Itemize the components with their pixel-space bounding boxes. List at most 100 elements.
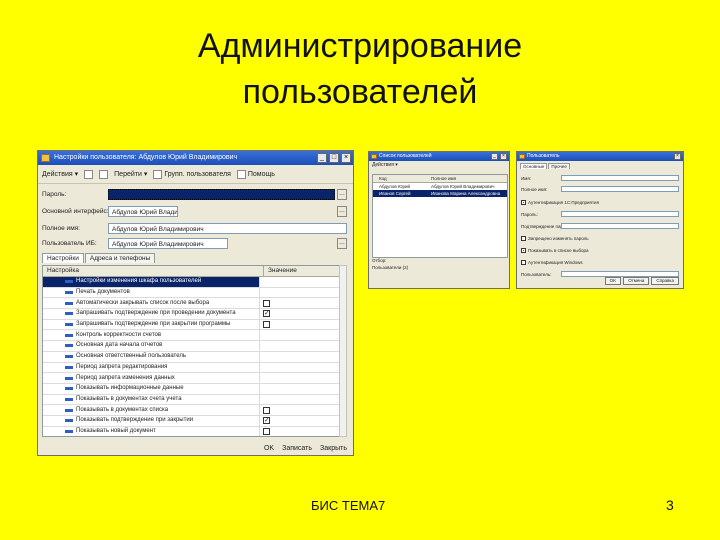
tab-other[interactable]: Прочее: [548, 163, 570, 169]
table-row[interactable]: Показывать подтверждение при закрытии ✓: [43, 415, 340, 427]
maximize-button[interactable]: □: [329, 153, 339, 163]
setting-cell[interactable]: Показывать информационные данные: [43, 383, 260, 394]
setting-cell[interactable]: Печать документов: [43, 287, 260, 298]
ok-button[interactable]: OK: [264, 445, 274, 452]
value-cell[interactable]: ✓: [260, 309, 340, 319]
value-cell[interactable]: [260, 277, 340, 287]
value-checkbox[interactable]: [263, 299, 270, 307]
table-row[interactable]: Период запрета изменения данных: [43, 373, 340, 384]
setting-cell[interactable]: Показывать подтверждение при закрытии: [43, 415, 260, 426]
table-row[interactable]: Основная дата начала отчетов: [43, 341, 340, 352]
tab-addresses[interactable]: Адреса и телефоны: [84, 253, 156, 263]
list-item[interactable]: Иванов Сергей Иванова Марина Александровн…: [373, 190, 507, 197]
table-row[interactable]: Автоматически закрывать список после выб…: [43, 298, 340, 310]
column-header-code[interactable]: Код: [373, 175, 429, 182]
column-header-name[interactable]: Полное имя: [429, 175, 507, 182]
table-row[interactable]: Показывать новый документ: [43, 426, 340, 436]
setting-cell[interactable]: Период запрета редактирования: [43, 362, 260, 373]
value-cell[interactable]: ✓: [260, 416, 340, 426]
table-row[interactable]: Запрашивать подтверждение при проведении…: [43, 309, 340, 320]
value-cell[interactable]: [260, 330, 340, 340]
dialog-checkbox[interactable]: [521, 235, 526, 241]
value-checkbox[interactable]: [263, 321, 270, 329]
value-cell[interactable]: [260, 384, 340, 394]
value-cell[interactable]: [260, 373, 340, 383]
minimize-button[interactable]: _: [317, 153, 327, 163]
interface-field[interactable]: Абдулов Юрий Владимирович: [108, 205, 178, 217]
password-field[interactable]: [108, 188, 335, 200]
window-titlebar[interactable]: Пользователь ×: [517, 152, 683, 161]
help-button[interactable]: Справка: [651, 277, 679, 285]
dialog-checkbox[interactable]: [521, 259, 526, 265]
close-button[interactable]: ×: [341, 153, 351, 163]
select-button[interactable]: …: [337, 205, 347, 217]
window-titlebar[interactable]: Список пользователей _ ×: [369, 152, 509, 161]
cancel-button[interactable]: Отмена: [623, 277, 650, 285]
value-checkbox[interactable]: [263, 406, 270, 414]
go-menu[interactable]: Перейти ▾: [114, 170, 147, 178]
save-icon[interactable]: [84, 169, 94, 179]
actions-menu[interactable]: Действия ▾: [369, 161, 509, 170]
dialog-checkbox[interactable]: [521, 199, 526, 205]
value-cell[interactable]: [260, 405, 340, 415]
user-group-button[interactable]: Групп. пользователя: [153, 169, 231, 179]
value-cell[interactable]: [260, 320, 340, 330]
close-window-button[interactable]: Закрыть: [320, 445, 347, 452]
tab-settings[interactable]: Настройки: [42, 253, 84, 263]
value-cell[interactable]: [260, 298, 340, 308]
select-button[interactable]: …: [337, 237, 347, 249]
help-button[interactable]: Помощь: [236, 169, 275, 179]
value-checkbox[interactable]: [263, 427, 270, 435]
window-titlebar[interactable]: Настройки пользователя: Абдулов Юрий Вла…: [38, 151, 353, 165]
table-row[interactable]: Период запрета редактирования: [43, 362, 340, 374]
full-name-field[interactable]: Абдулов Юрий Владимирович: [108, 222, 347, 234]
setting-cell[interactable]: Контроль корректности счетов: [43, 330, 260, 341]
value-cell[interactable]: [260, 341, 340, 351]
refresh-icon[interactable]: [99, 169, 109, 179]
table-row[interactable]: Настройки изменения шкафа пользователей: [43, 277, 340, 288]
value-cell[interactable]: [260, 427, 340, 436]
select-button[interactable]: …: [337, 188, 347, 200]
ib-user-field[interactable]: Абдулов Юрий Владимирович: [108, 237, 228, 249]
dialog-field-label: Пароль:: [521, 211, 538, 217]
setting-cell[interactable]: Запрашивать подтверждение при закрытии п…: [43, 319, 260, 330]
setting-cell[interactable]: Основная дата начала отчетов: [43, 341, 260, 351]
table-row[interactable]: Основная ответственный пользователь: [43, 351, 340, 363]
save-button[interactable]: Записать: [282, 445, 312, 452]
setting-cell[interactable]: Показывать новый документ: [43, 426, 260, 436]
value-checkbox[interactable]: ✓: [263, 310, 270, 318]
value-cell[interactable]: [260, 352, 340, 362]
setting-cell[interactable]: Настройки изменения шкафа пользователей: [43, 277, 260, 287]
minimize-button[interactable]: _: [491, 153, 498, 160]
table-row[interactable]: Показывать в документах счета учета: [43, 394, 340, 406]
value-checkbox[interactable]: ✓: [263, 417, 270, 425]
tab-main[interactable]: Основные: [520, 163, 548, 169]
table-row[interactable]: Печать документов: [43, 287, 340, 299]
dialog-checkbox[interactable]: [521, 247, 526, 253]
list-item[interactable]: Абдулов Юрий Абдулов Юрий Владимирович: [373, 183, 507, 190]
setting-cell[interactable]: Запрашивать подтверждение при проведении…: [43, 309, 260, 319]
setting-cell[interactable]: Автоматически закрывать список после выб…: [43, 298, 260, 309]
ok-button[interactable]: OK: [604, 277, 622, 285]
value-cell[interactable]: [260, 395, 340, 405]
column-header-value[interactable]: Значение: [264, 266, 340, 276]
column-header-setting[interactable]: Настройка: [43, 266, 264, 276]
table-row[interactable]: Запрашивать подтверждение при закрытии п…: [43, 319, 340, 331]
value-cell[interactable]: [260, 363, 340, 373]
dialog-input[interactable]: [561, 223, 679, 229]
setting-cell[interactable]: Показывать в документах счета учета: [43, 394, 260, 405]
dialog-input[interactable]: [561, 186, 679, 192]
setting-cell[interactable]: Период запрета изменения данных: [43, 373, 260, 383]
setting-cell[interactable]: Показывать в документах списка: [43, 405, 260, 415]
dialog-input[interactable]: [561, 175, 679, 181]
actions-menu[interactable]: Действия ▾: [42, 170, 78, 178]
close-button[interactable]: ×: [500, 153, 507, 160]
close-button[interactable]: ×: [674, 153, 681, 160]
table-row[interactable]: Показывать информационные данные: [43, 383, 340, 395]
table-row[interactable]: Показывать в документах списка: [43, 405, 340, 416]
setting-cell[interactable]: Основная ответственный пользователь: [43, 351, 260, 362]
value-cell[interactable]: [260, 288, 340, 298]
table-row[interactable]: Контроль корректности счетов: [43, 330, 340, 342]
dialog-input[interactable]: [561, 211, 679, 217]
grid-scrollbar[interactable]: [339, 265, 347, 437]
